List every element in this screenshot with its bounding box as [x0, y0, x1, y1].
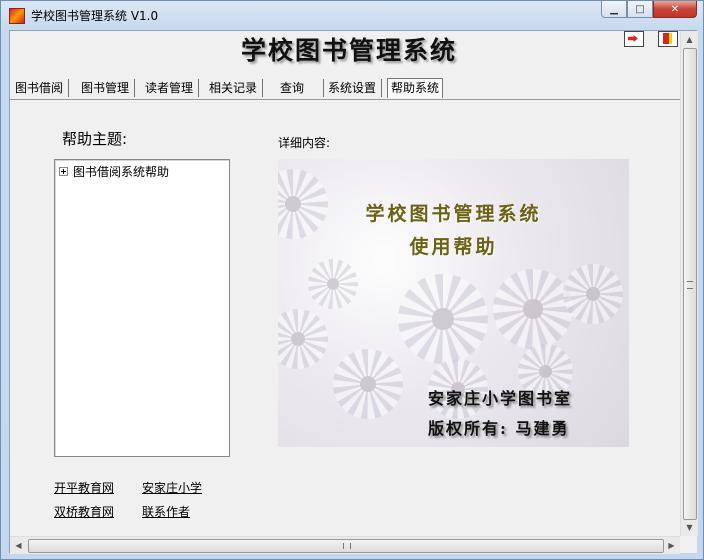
- help-image-subtitle: 使用帮助: [409, 236, 498, 258]
- tab-settings[interactable]: 系统设置: [328, 79, 383, 97]
- app-heading: 学校图书管理系统: [240, 36, 457, 65]
- help-book-icon[interactable]: [658, 31, 678, 47]
- link-shuangqiao-edu[interactable]: 双桥教育网: [54, 503, 114, 520]
- help-image-title: 学校图书管理系统: [365, 203, 542, 225]
- tree-item-label: 图书借阅系统帮助: [73, 165, 170, 179]
- exit-icon[interactable]: [624, 31, 644, 47]
- tab-help-system[interactable]: 帮助系统: [387, 78, 444, 98]
- close-button[interactable]: ✕: [653, 1, 697, 18]
- vertical-scrollbar[interactable]: ▲ ▼: [680, 31, 698, 536]
- app-icon: [9, 8, 25, 24]
- daisy-decoration: [333, 349, 403, 419]
- maximize-icon: □: [635, 3, 645, 15]
- daisy-decoration: [278, 309, 328, 369]
- help-topic-tree[interactable]: 图书借阅系统帮助: [54, 159, 230, 457]
- daisy-decoration: [493, 269, 573, 349]
- grip-icon: [343, 543, 351, 549]
- tab-reader-manage[interactable]: 读者管理: [145, 79, 200, 97]
- link-anjiazhuang-school[interactable]: 安家庄小学: [142, 479, 202, 496]
- tab-divider: [10, 99, 688, 100]
- link-kaiping-edu[interactable]: 开平教育网: [54, 479, 114, 496]
- expand-plus-icon[interactable]: [59, 167, 68, 176]
- tab-book-borrow[interactable]: 图书借阅: [15, 79, 70, 97]
- close-icon: ✕: [670, 3, 680, 15]
- title-bar[interactable]: 学校图书管理系统 V1.0 ▁ □ ✕: [1, 1, 703, 29]
- tab-book-manage[interactable]: 图书管理: [81, 79, 136, 97]
- window-title: 学校图书管理系统 V1.0: [31, 9, 159, 23]
- daisy-decoration: [308, 259, 358, 309]
- main-client-area: 学校图书管理系统 图书借阅 图书管理 读者管理 相关记录 查询 系统设置 帮助系…: [9, 30, 698, 554]
- horizontal-scroll-thumb[interactable]: [28, 539, 664, 553]
- scrollbar-corner: [680, 536, 697, 553]
- detail-content-label: 详细内容:: [278, 136, 331, 150]
- daisy-decoration: [563, 264, 623, 324]
- link-contact-author[interactable]: 联系作者: [142, 503, 190, 520]
- app-window: 学校图书管理系统 V1.0 ▁ □ ✕ 学校图书管理系统 图书借阅 图书管理 读…: [0, 0, 704, 560]
- scroll-down-icon[interactable]: ▼: [681, 519, 698, 536]
- copyright-credit: 版权所有: 马建勇: [428, 419, 570, 438]
- help-detail-image: 学校图书管理系统 使用帮助 安家庄小学图书室 版权所有: 马建勇: [278, 159, 629, 447]
- daisy-decoration: [398, 274, 488, 364]
- tab-bar: 图书借阅 图书管理 读者管理 相关记录 查询 系统设置 帮助系统: [10, 78, 688, 99]
- horizontal-scrollbar[interactable]: ◀ ▶: [10, 536, 680, 554]
- minimize-button[interactable]: ▁: [601, 1, 627, 18]
- maximize-button[interactable]: □: [627, 1, 653, 18]
- school-library-credit: 安家庄小学图书室: [428, 389, 573, 408]
- grip-icon: [687, 281, 693, 289]
- scroll-up-icon[interactable]: ▲: [681, 31, 698, 48]
- help-subject-label: 帮助主题:: [62, 130, 128, 148]
- window-controls: ▁ □ ✕: [601, 1, 697, 19]
- tab-query[interactable]: 查询: [280, 79, 325, 97]
- vertical-scroll-thumb[interactable]: [683, 48, 697, 520]
- tree-item-borrow-help[interactable]: 图书借阅系统帮助: [59, 163, 169, 180]
- scroll-left-icon[interactable]: ◀: [10, 537, 27, 554]
- scroll-right-icon[interactable]: ▶: [663, 537, 680, 554]
- minimize-icon: ▁: [610, 3, 618, 15]
- tab-records[interactable]: 相关记录: [209, 79, 264, 97]
